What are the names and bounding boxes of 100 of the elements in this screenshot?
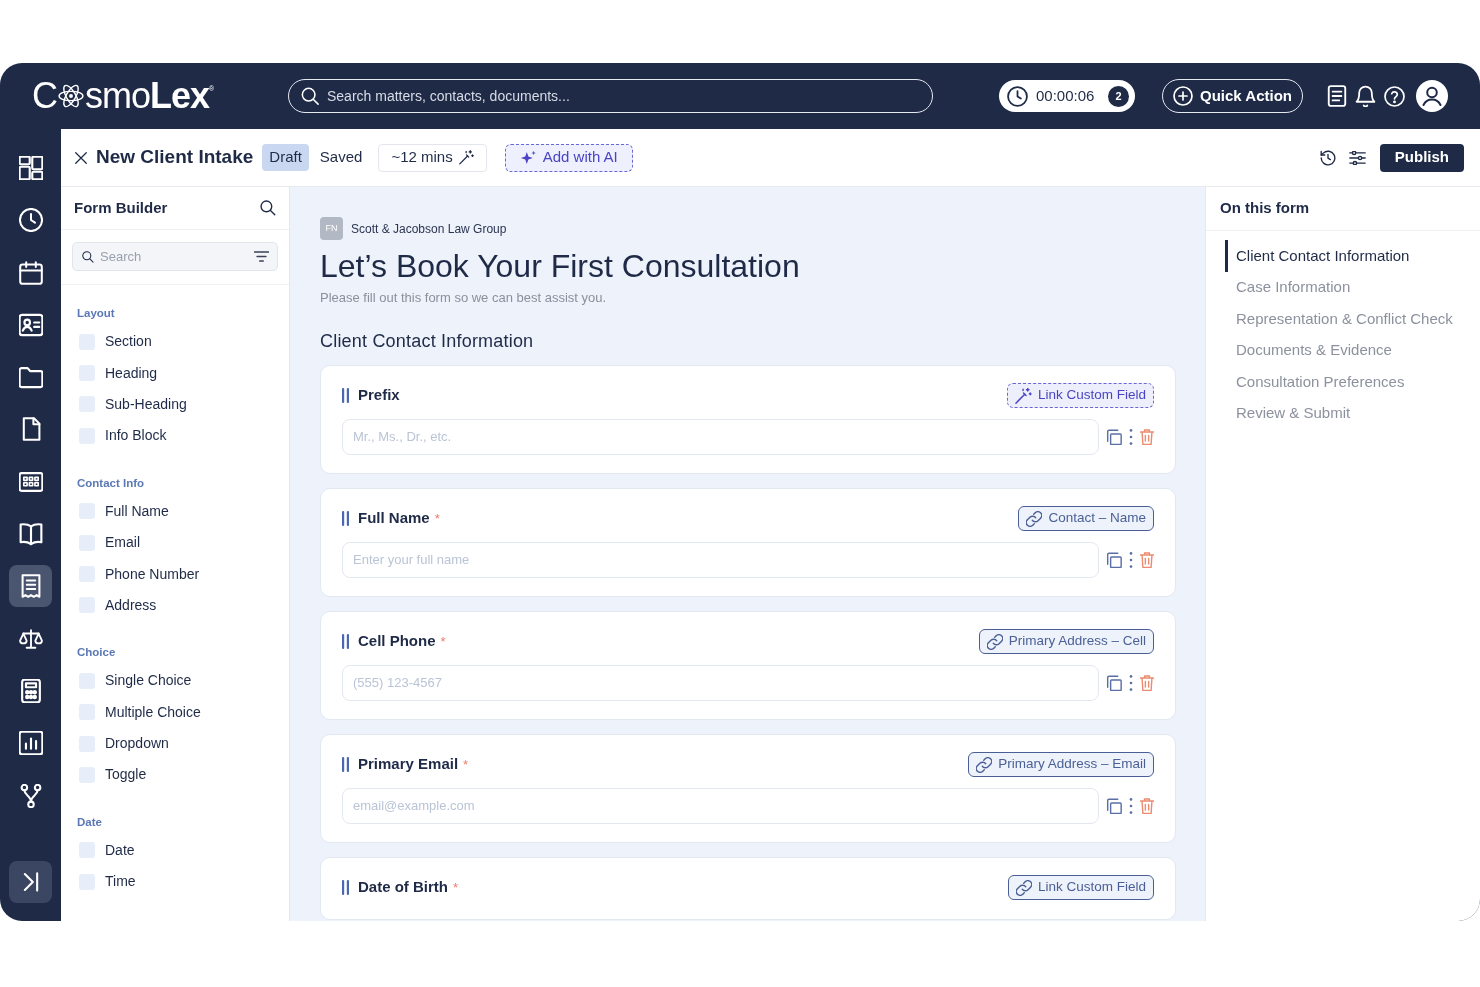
group-label: Layout xyxy=(77,306,116,321)
square-icon xyxy=(79,672,95,689)
drag-handle-icon[interactable] xyxy=(342,634,349,649)
publish-button[interactable]: Publish xyxy=(1379,143,1464,172)
more-icon[interactable] xyxy=(1129,797,1133,814)
calculator-icon xyxy=(18,678,43,703)
clock-icon xyxy=(1007,85,1028,107)
plus-circle-icon xyxy=(1173,86,1193,106)
square-icon xyxy=(79,597,95,614)
group-label: Contact Info xyxy=(77,475,146,491)
drag-handle-icon[interactable] xyxy=(342,511,349,526)
save-status: Saved xyxy=(319,147,363,168)
drag-handle-icon[interactable] xyxy=(342,880,349,895)
group-label: Choice xyxy=(77,645,117,661)
history-icon[interactable] xyxy=(1319,149,1336,166)
link-icon xyxy=(1015,879,1032,896)
square-icon xyxy=(79,842,95,859)
square-icon xyxy=(79,873,95,890)
group-label: Date xyxy=(77,814,103,830)
chevron-bar-icon xyxy=(22,872,39,892)
text-input[interactable]: email@example.com xyxy=(342,787,1099,824)
wand-icon xyxy=(1014,387,1032,404)
org-name: Scott & Jacobson Law Group xyxy=(351,220,507,238)
link-icon xyxy=(976,756,993,773)
sidebar-nav-item[interactable] xyxy=(9,565,52,608)
bell-icon[interactable] xyxy=(1355,85,1376,107)
field-type-item[interactable]: Phone Number xyxy=(77,558,273,590)
field-type-item[interactable]: Email xyxy=(77,526,273,559)
help-icon[interactable] xyxy=(1384,85,1405,107)
square-icon xyxy=(79,704,95,721)
outline-link[interactable]: Client Contact Information xyxy=(1225,240,1480,272)
notes-icon[interactable] xyxy=(1327,85,1347,107)
drag-handle-icon[interactable] xyxy=(342,388,349,403)
text-input[interactable]: Mr., Ms., Dr., etc. xyxy=(342,418,1099,455)
field-type-item[interactable]: Time xyxy=(77,866,273,898)
square-icon xyxy=(79,503,95,520)
panel-title: Form Builder xyxy=(74,197,168,218)
clock-icon xyxy=(18,208,43,233)
search-field[interactable]: Search matters, contacts, documents... xyxy=(288,79,933,113)
section-heading: Client Contact Information xyxy=(320,329,535,352)
avatar-icon[interactable] xyxy=(1416,80,1448,112)
field-type-item[interactable]: Toggle xyxy=(77,759,273,791)
link-field-button[interactable]: Primary Address – Cell xyxy=(978,629,1154,654)
form-heading: Let’s Book Your First Consultation xyxy=(320,248,801,284)
add-with-ai-button[interactable]: Add with AI xyxy=(504,143,633,172)
link-field-button[interactable]: Primary Address – Email xyxy=(968,752,1154,777)
atom-icon xyxy=(58,83,84,109)
close-icon[interactable] xyxy=(75,151,87,164)
text-input[interactable]: Enter your full name xyxy=(342,541,1099,578)
sparkle-icon xyxy=(519,150,537,165)
text-input[interactable]: (555) 123-4567 xyxy=(342,664,1099,701)
more-icon[interactable] xyxy=(1129,674,1133,691)
required-marker: * xyxy=(453,878,459,897)
field-type-item[interactable]: Section xyxy=(77,326,273,358)
link-icon xyxy=(986,633,1003,650)
field-label: Prefix xyxy=(358,385,400,406)
logo-text: smoLex$^{®}$ xyxy=(85,78,215,114)
search-icon[interactable] xyxy=(260,200,276,216)
field-type-item[interactable]: Info Block xyxy=(77,420,273,452)
copy-icon[interactable] xyxy=(1106,797,1122,814)
field-type-item[interactable]: Address xyxy=(77,589,273,622)
required-marker: * xyxy=(440,632,446,651)
copy-icon[interactable] xyxy=(1106,551,1122,568)
more-icon[interactable] xyxy=(1129,551,1133,568)
field-type-item[interactable]: Dropdown xyxy=(77,727,273,760)
sliders-icon[interactable] xyxy=(1348,150,1366,165)
copy-icon[interactable] xyxy=(1106,674,1122,691)
field-type-item[interactable]: Full Name xyxy=(77,495,273,527)
form-title: New Client Intake xyxy=(96,145,254,170)
link-icon xyxy=(1026,510,1043,527)
link-field-button[interactable]: Link Custom Field xyxy=(1007,875,1154,900)
more-icon[interactable] xyxy=(1129,428,1133,445)
filter-icon[interactable] xyxy=(254,251,269,262)
drag-handle-icon[interactable] xyxy=(342,757,349,772)
time-estimate-button[interactable]: ~12 mins xyxy=(378,143,487,172)
field-type-item[interactable]: Single Choice xyxy=(77,665,273,697)
search-field[interactable]: Search xyxy=(72,242,278,271)
link-field-button[interactable]: Link Custom Field xyxy=(1006,383,1154,408)
expand-sidebar-button[interactable] xyxy=(9,861,52,903)
field-type-item[interactable]: Date xyxy=(77,834,273,867)
contact-card-icon xyxy=(18,312,43,337)
square-icon xyxy=(79,767,95,783)
count-badge: 2 xyxy=(1108,85,1129,107)
field-label: Cell Phone xyxy=(358,631,436,652)
grid-icon xyxy=(18,469,43,494)
fork-icon xyxy=(18,783,43,808)
search-icon xyxy=(82,251,94,263)
folder-icon xyxy=(18,365,43,390)
square-icon xyxy=(79,427,95,444)
field-type-item[interactable]: Sub-Heading xyxy=(77,388,273,421)
timer-button[interactable]: 00:00:06 2 xyxy=(999,80,1135,112)
field-label: Full Name xyxy=(358,508,430,529)
status-badge: Draft xyxy=(262,144,309,171)
calendar-icon xyxy=(18,260,43,285)
square-icon xyxy=(79,534,95,551)
search-icon xyxy=(301,87,319,105)
field-type-item[interactable]: Multiple Choice xyxy=(77,696,273,728)
copy-icon[interactable] xyxy=(1106,428,1122,445)
field-type-item[interactable]: Heading xyxy=(77,357,273,389)
link-field-button[interactable]: Contact – Name xyxy=(1018,506,1154,531)
